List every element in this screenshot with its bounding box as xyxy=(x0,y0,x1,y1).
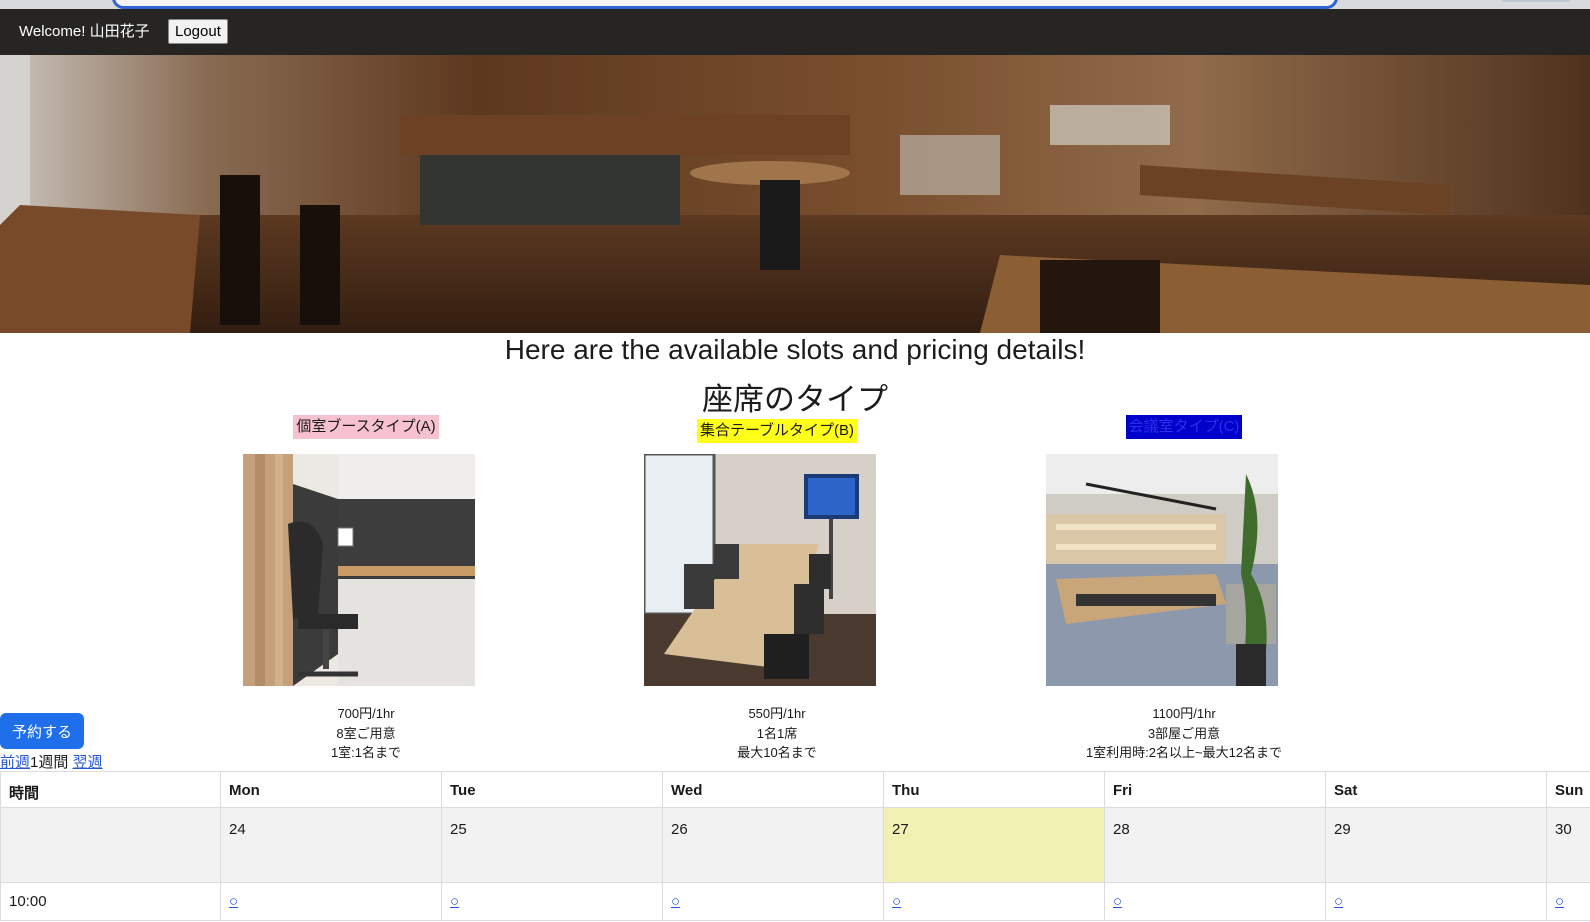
seat-type-b-capacity: 1名1席 xyxy=(756,725,798,741)
seat-type-c-details: 1100円/1hr 3部屋ご用意 1室利用時:2名以上~最大12名まで xyxy=(1004,704,1364,763)
reservation-calendar: 時間 Mon Tue Wed Thu Fri Sat Sun 24 25 26 … xyxy=(0,771,1590,921)
time-cell: 10:00 xyxy=(0,882,221,921)
slot-cell-fri: ○ xyxy=(1104,882,1326,921)
toolbar-pill xyxy=(1500,0,1572,2)
header-fri: Fri xyxy=(1104,771,1326,808)
date-cell-tue: 25 xyxy=(441,807,663,883)
date-cell-thu-today: 27 xyxy=(883,807,1105,883)
slot-link-tue[interactable]: ○ xyxy=(450,893,459,910)
slot-cell-thu: ○ xyxy=(883,882,1105,921)
logout-button[interactable]: Logout xyxy=(168,19,228,44)
slot-link-wed[interactable]: ○ xyxy=(671,893,680,910)
calendar-date-row: 24 25 26 27 28 29 30 xyxy=(0,807,1590,883)
seat-type-b-label: 集合テーブルタイプ(B) xyxy=(696,419,858,443)
seat-type-a-details: 700円/1hr 8室ご用意 1室:1名まで xyxy=(186,704,546,763)
header-tue: Tue xyxy=(441,771,663,808)
slot-link-sat[interactable]: ○ xyxy=(1334,893,1343,910)
seat-type-c-label: 会議室タイプ(C) xyxy=(1125,415,1243,439)
slot-cell-sat: ○ xyxy=(1325,882,1547,921)
header-sat: Sat xyxy=(1325,771,1547,808)
prev-week-link[interactable]: 前週 xyxy=(0,754,30,771)
seat-type-b-limit: 最大10名まで xyxy=(737,745,817,760)
seat-type-a-limit: 1室:1名まで xyxy=(330,745,402,760)
seat-type-c-header: 会議室タイプ(C) xyxy=(1034,415,1334,439)
header-time: 時間 xyxy=(0,771,221,808)
address-bar[interactable] xyxy=(112,0,1338,9)
browser-top-strip xyxy=(0,0,1590,9)
slot-cell-mon: ○ xyxy=(220,882,442,921)
seat-type-c-limit: 1室利用時:2名以上~最大12名まで xyxy=(1085,745,1283,760)
lounge-photo xyxy=(0,55,1590,333)
slot-cell-sun: ○ xyxy=(1546,882,1590,921)
header-mon: Mon xyxy=(220,771,442,808)
header-wed: Wed xyxy=(662,771,884,808)
calendar-header-row: 時間 Mon Tue Wed Thu Fri Sat Sun xyxy=(0,771,1590,808)
seat-type-b-price: 550円/1hr xyxy=(748,706,806,721)
date-cell-mon: 24 xyxy=(220,807,442,883)
seat-type-b-details: 550円/1hr 1名1席 最大10名まで xyxy=(597,704,957,763)
page-heading: Here are the available slots and pricing… xyxy=(504,334,1086,365)
header-sun: Sun xyxy=(1546,771,1590,808)
seat-type-b-header: 集合テーブルタイプ(B) xyxy=(627,415,927,443)
next-week-link[interactable]: 翌週 xyxy=(73,754,103,771)
current-week-label: 1週間 xyxy=(30,754,69,771)
site-header: Welcome! 山田花子 Logout xyxy=(0,9,1590,55)
date-cell-sat: 29 xyxy=(1325,807,1547,883)
date-cell-wed: 26 xyxy=(662,807,884,883)
calendar-time-row: 10:00 ○ ○ ○ ○ ○ ○ ○ xyxy=(0,882,1590,921)
booth-photo xyxy=(243,454,475,686)
slot-link-fri[interactable]: ○ xyxy=(1113,893,1122,910)
welcome-text: Welcome! 山田花子 xyxy=(19,23,150,40)
seat-type-a-capacity: 8室ご用意 xyxy=(336,725,396,741)
slot-cell-wed: ○ xyxy=(662,882,884,921)
date-cell-sun: 30 xyxy=(1546,807,1590,883)
slot-link-mon[interactable]: ○ xyxy=(229,893,238,910)
date-cell-fri: 28 xyxy=(1104,807,1326,883)
seat-type-a-header: 個室ブースタイプ(A) xyxy=(216,415,516,439)
slot-cell-tue: ○ xyxy=(441,882,663,921)
header-thu: Thu xyxy=(883,771,1105,808)
date-cell-time xyxy=(0,807,221,883)
seat-type-a-price: 700円/1hr xyxy=(337,706,395,721)
week-navigation: 前週1週間 翌週 xyxy=(0,751,103,772)
table-photo xyxy=(644,454,876,686)
seat-type-c-price: 1100円/1hr xyxy=(1152,706,1216,721)
seat-type-a-label: 個室ブースタイプ(A) xyxy=(293,415,439,439)
conference-photo xyxy=(1046,454,1278,686)
seat-type-c-capacity: 3部屋ご用意 xyxy=(1147,725,1221,741)
seat-types-heading: 座席のタイプ xyxy=(702,382,888,417)
slot-link-thu[interactable]: ○ xyxy=(892,893,901,910)
reserve-button[interactable]: 予約する xyxy=(0,713,84,749)
hero-image xyxy=(0,55,1590,333)
slot-link-sun[interactable]: ○ xyxy=(1555,893,1564,910)
